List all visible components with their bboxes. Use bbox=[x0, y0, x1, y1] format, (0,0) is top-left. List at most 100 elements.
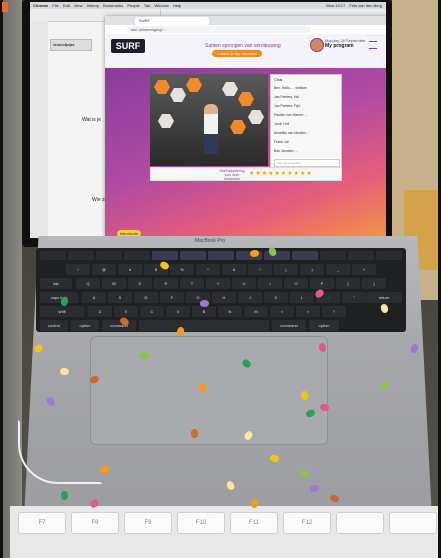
keyboard-key[interactable]: K bbox=[264, 292, 288, 303]
keyboard-key[interactable]: C bbox=[140, 306, 164, 317]
keyboard-key[interactable]: % bbox=[170, 264, 194, 275]
menubar-user[interactable]: Frits van den Berg bbox=[349, 3, 382, 8]
livestream-video[interactable] bbox=[150, 74, 268, 166]
keyboard-key[interactable]: " bbox=[342, 292, 366, 303]
keyboard-key[interactable]: V bbox=[166, 306, 190, 317]
keyboard-key[interactable]: Y bbox=[206, 278, 230, 289]
keyboard-key[interactable]: I bbox=[258, 278, 282, 289]
keyboard-key[interactable]: ? bbox=[322, 306, 346, 317]
touch-bar-segment[interactable] bbox=[292, 251, 318, 260]
keyboard-key[interactable]: # bbox=[118, 264, 142, 275]
external-key[interactable]: F7 bbox=[18, 512, 66, 534]
browser-tab[interactable]: SURF bbox=[135, 17, 209, 25]
back-to-overview-button[interactable]: < Back to the overview bbox=[212, 50, 262, 57]
keyboard-key[interactable]: ) bbox=[300, 264, 324, 275]
menubar-history[interactable]: History bbox=[87, 3, 99, 8]
keyboard-key[interactable]: H bbox=[212, 292, 236, 303]
menubar-clock[interactable]: Mon 13:17 bbox=[326, 3, 345, 8]
touch-bar-segment[interactable] bbox=[40, 251, 66, 260]
keyboard-key[interactable]: * bbox=[248, 264, 272, 275]
chat-message: Bas Janssen: ... bbox=[274, 149, 299, 153]
keyboard-key[interactable]: W bbox=[102, 278, 126, 289]
touch-bar-segment[interactable] bbox=[376, 251, 402, 260]
touch-bar-segment[interactable] bbox=[96, 251, 122, 260]
keyboard-key[interactable]: < bbox=[270, 306, 294, 317]
menubar-bookmarks[interactable]: Bookmarks bbox=[103, 3, 123, 8]
keyboard-key[interactable]: _ bbox=[326, 264, 350, 275]
external-key[interactable]: F11 bbox=[230, 512, 278, 534]
keyboard-key[interactable]: } bbox=[362, 278, 386, 289]
keyboard-key[interactable]: T bbox=[180, 278, 204, 289]
keyboard-key[interactable]: + bbox=[352, 264, 376, 275]
keyboard-key[interactable]: return bbox=[366, 292, 402, 303]
menubar-window[interactable]: Window bbox=[154, 3, 168, 8]
keyboard-key[interactable]: N bbox=[218, 306, 242, 317]
trackpad[interactable] bbox=[90, 336, 328, 445]
keyboard-key[interactable]: Q bbox=[76, 278, 100, 289]
touch-bar-segment[interactable] bbox=[320, 251, 346, 260]
keyboard-key[interactable]: > bbox=[296, 306, 320, 317]
url-input[interactable]: surf.nl/vereniging/... bbox=[127, 26, 311, 33]
keyboard-key[interactable]: A bbox=[82, 292, 106, 303]
menubar-app-name[interactable]: Chrome bbox=[33, 3, 48, 8]
keyboard-key[interactable]: U bbox=[232, 278, 256, 289]
keyboard-key[interactable]: command bbox=[272, 320, 306, 331]
macos-menubar: Chrome File Edit View History Bookmarks … bbox=[30, 2, 386, 9]
external-key[interactable]: F12 bbox=[283, 512, 331, 534]
keyboard-key[interactable]: option bbox=[309, 320, 339, 331]
menubar-tab[interactable]: Tab bbox=[144, 3, 150, 8]
star-rating[interactable]: ★★★★★★★★★★ bbox=[249, 170, 313, 177]
menubar-edit[interactable]: Edit bbox=[63, 3, 70, 8]
touch-bar-segment[interactable] bbox=[124, 251, 150, 260]
keyboard-key[interactable]: O bbox=[284, 278, 308, 289]
touch-bar-segment[interactable] bbox=[264, 251, 290, 260]
keyboard-key[interactable]: D bbox=[134, 292, 158, 303]
keyboard-key[interactable]: R bbox=[154, 278, 178, 289]
keyboard-key[interactable]: tab bbox=[40, 278, 72, 289]
keyboard-key[interactable]: F bbox=[160, 292, 184, 303]
keyboard-key[interactable]: shift bbox=[40, 306, 84, 317]
orange-marker bbox=[2, 2, 8, 12]
keyboard-key[interactable]: & bbox=[222, 264, 246, 275]
keyboard-key[interactable]: B bbox=[192, 306, 216, 317]
menu-icon[interactable] bbox=[369, 41, 377, 49]
surf-logo[interactable]: SURF bbox=[111, 39, 145, 53]
keyboard-key[interactable]: M bbox=[244, 306, 268, 317]
keyboard-key[interactable]: ^ bbox=[196, 264, 220, 275]
touch-bar-segment[interactable] bbox=[152, 251, 178, 260]
keyboard-key[interactable]: L bbox=[290, 292, 314, 303]
touch-bar-segment[interactable] bbox=[348, 251, 374, 260]
menubar-file[interactable]: File bbox=[52, 3, 58, 8]
keyboard-key[interactable]: ! bbox=[66, 264, 90, 275]
keyboard-key[interactable]: J bbox=[238, 292, 262, 303]
menubar-help[interactable]: Help bbox=[173, 3, 181, 8]
keyboard-key[interactable]: { bbox=[336, 278, 360, 289]
avatar[interactable] bbox=[310, 38, 324, 52]
touch-bar-segment[interactable] bbox=[180, 251, 206, 260]
my-program-dropdown[interactable]: Monday 28 September My program bbox=[325, 38, 365, 49]
external-key[interactable]: F9 bbox=[124, 512, 172, 534]
touch-bar-segment[interactable] bbox=[208, 251, 234, 260]
keyboard-key[interactable]: Z bbox=[88, 306, 112, 317]
external-key[interactable] bbox=[389, 512, 437, 534]
keyboard-key[interactable]: ( bbox=[274, 264, 298, 275]
document-tab[interactable]: sessionlijstjes bbox=[50, 39, 92, 51]
external-key[interactable]: F10 bbox=[177, 512, 225, 534]
chat-input[interactable]: Typ hier je bericht bbox=[274, 159, 340, 167]
keyboard-key[interactable]: E bbox=[128, 278, 152, 289]
keyboard-key[interactable]: X bbox=[114, 306, 138, 317]
menubar-people[interactable]: People bbox=[127, 3, 139, 8]
keyboard-key[interactable]: control bbox=[40, 320, 68, 331]
keyboard-key[interactable]: caps lock bbox=[40, 292, 78, 303]
keyboard-key[interactable]: option bbox=[71, 320, 99, 331]
external-key[interactable] bbox=[336, 512, 384, 534]
menubar-view[interactable]: View bbox=[74, 3, 83, 8]
touch-bar-segment[interactable] bbox=[68, 251, 94, 260]
keyboard-key[interactable]: P bbox=[310, 278, 334, 289]
introductie-button[interactable]: Introductie bbox=[117, 230, 141, 237]
external-key[interactable]: F8 bbox=[71, 512, 119, 534]
keyboard-key[interactable] bbox=[139, 320, 269, 331]
keyboard-key[interactable]: S bbox=[108, 292, 132, 303]
chat-message: Ben: Hallo... - welkom bbox=[274, 86, 307, 90]
keyboard-key[interactable]: @ bbox=[92, 264, 116, 275]
